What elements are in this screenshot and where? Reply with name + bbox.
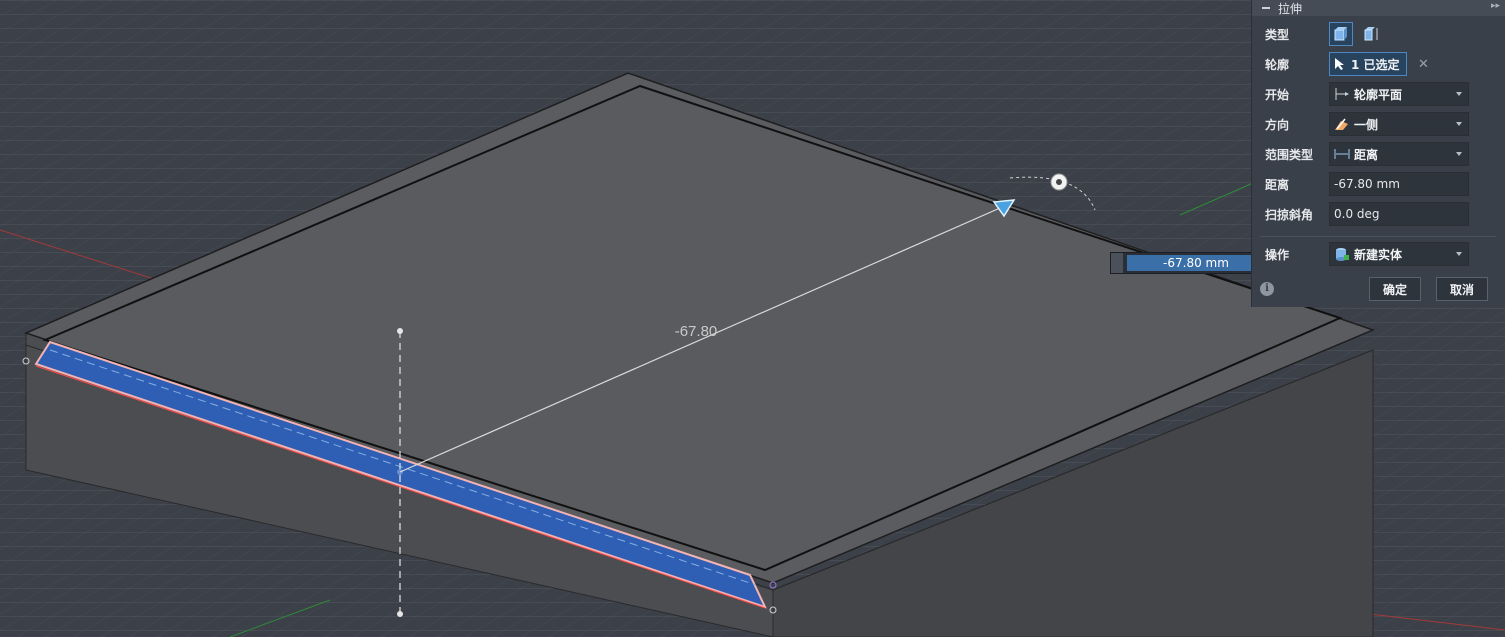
cursor-icon [1335, 58, 1344, 70]
distance-field-label: 距离 [1265, 177, 1290, 192]
type-label: 类型 [1265, 27, 1290, 42]
collapse-icon[interactable] [1262, 7, 1270, 9]
panel-title: 拉伸 [1278, 1, 1303, 16]
start-dropdown[interactable]: 轮廓平面 [1329, 82, 1469, 106]
floating-distance-value[interactable]: -67.80 mm [1127, 255, 1265, 271]
operation-dropdown[interactable]: 新建实体 [1329, 242, 1469, 266]
panel-divider [1260, 236, 1496, 237]
type-surface-button[interactable] [1359, 22, 1383, 46]
extrude-panel: 拉伸 ▸▸ 类型 轮廓 1 已选定 ✕ 开始 轮廓平面 方向 一侧 范围类型 距… [1251, 0, 1505, 307]
row-type: 类型 [1252, 21, 1505, 47]
row-extent-type: 范围类型 距离 [1252, 141, 1505, 167]
start-value: 轮廓平面 [1354, 87, 1403, 102]
profile-select-button[interactable]: 1 已选定 [1329, 52, 1407, 76]
dock-icon[interactable]: ▸▸ [1491, 1, 1500, 11]
surface-icon [1364, 27, 1378, 41]
row-profile: 轮廓 1 已选定 ✕ [1252, 51, 1505, 77]
distance-icon [1334, 149, 1350, 159]
chevron-down-icon [1456, 152, 1462, 156]
operation-value: 新建实体 [1354, 247, 1403, 262]
extent-type-value: 距离 [1354, 147, 1379, 162]
chevron-down-icon [1456, 92, 1462, 96]
direction-value: 一侧 [1354, 117, 1379, 132]
direction-dropdown[interactable]: 一侧 [1329, 112, 1469, 136]
panel-title-bar[interactable]: 拉伸 ▸▸ [1252, 0, 1505, 16]
distance-field[interactable]: -67.80 mm [1329, 172, 1469, 196]
taper-handle-dot [1056, 179, 1062, 185]
drag-grip[interactable] [1111, 253, 1123, 273]
clear-selection-icon[interactable]: ✕ [1418, 57, 1429, 72]
direction-label: 方向 [1265, 117, 1290, 132]
row-taper-angle: 扫掠斜角 0.0 deg [1252, 201, 1505, 227]
profile-label: 轮廓 [1265, 57, 1290, 72]
one-side-icon [1335, 118, 1348, 130]
ok-button[interactable]: 确定 [1369, 277, 1421, 301]
type-solid-button[interactable] [1329, 22, 1353, 46]
new-body-icon [1336, 248, 1349, 261]
extent-type-label: 范围类型 [1265, 147, 1314, 162]
chevron-down-icon [1456, 252, 1462, 256]
info-icon[interactable]: i [1260, 282, 1274, 296]
extent-type-dropdown[interactable]: 距离 [1329, 142, 1469, 166]
cancel-button[interactable]: 取消 [1436, 277, 1488, 301]
row-direction: 方向 一侧 [1252, 111, 1505, 137]
taper-angle-field[interactable]: 0.0 deg [1329, 202, 1469, 226]
taper-angle-label: 扫掠斜角 [1265, 207, 1314, 222]
profile-plane-icon [1335, 88, 1349, 100]
axis-handle-bottom[interactable] [397, 611, 403, 617]
row-start: 开始 轮廓平面 [1252, 81, 1505, 107]
solid-icon [1334, 27, 1347, 41]
axis-handle-top[interactable] [397, 328, 403, 334]
row-distance: 距离 -67.80 mm [1252, 171, 1505, 197]
start-label: 开始 [1265, 87, 1290, 102]
row-operation: 操作 新建实体 [1252, 241, 1505, 267]
floating-distance-input[interactable]: -67.80 mm [1110, 252, 1270, 274]
operation-label: 操作 [1265, 247, 1290, 262]
chevron-down-icon [1456, 122, 1462, 126]
profile-value: 1 已选定 [1351, 57, 1400, 72]
distance-label: -67.80 [675, 323, 718, 340]
